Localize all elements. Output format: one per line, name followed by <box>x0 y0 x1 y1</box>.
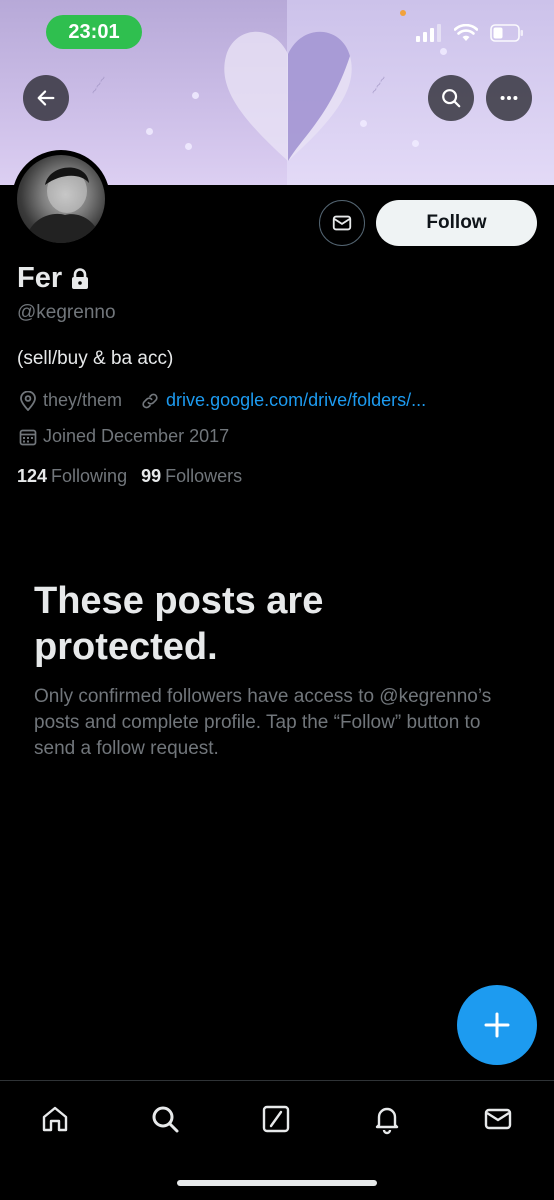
profile-link[interactable]: drive.google.com/drive/folders/... <box>166 390 426 411</box>
compose-button[interactable] <box>457 985 537 1065</box>
profile-screen: ~~~ ~~~ 23:01 Follow Fer @kegrenno (sell… <box>0 0 554 1200</box>
mail-icon <box>484 1108 512 1130</box>
protected-title: These posts are protected. <box>34 580 324 668</box>
following-label: Following <box>51 466 128 486</box>
profile-meta-row: they/them drive.google.com/drive/folders… <box>19 390 426 411</box>
search-icon <box>152 1106 179 1133</box>
banner-dot <box>360 120 367 127</box>
calendar-icon <box>19 429 37 445</box>
nav-explore[interactable] <box>145 1099 185 1139</box>
follow-button[interactable]: Follow <box>376 200 537 246</box>
banner-dot <box>192 92 199 99</box>
mail-icon <box>332 215 352 231</box>
followers-count: 99 <box>141 466 162 486</box>
followers-label: Followers <box>165 466 243 486</box>
arrow-left-icon <box>37 90 55 106</box>
following-stat[interactable]: 124 Following <box>17 466 127 487</box>
display-name: Fer <box>17 262 63 294</box>
more-icon <box>500 95 518 101</box>
home-icon <box>42 1106 68 1132</box>
pronouns-text: they/them <box>43 390 123 410</box>
nav-notifications[interactable] <box>367 1099 407 1139</box>
following-count: 124 <box>17 466 48 486</box>
avatar-image <box>17 155 105 243</box>
banner-dot <box>412 140 419 147</box>
bio: (sell/buy & ba acc) <box>17 348 174 369</box>
battery-icon <box>490 24 523 42</box>
home-indicator[interactable] <box>177 1180 377 1186</box>
name-row: Fer <box>17 262 90 295</box>
message-button[interactable] <box>319 200 365 246</box>
grok-icon <box>262 1105 290 1133</box>
joined-item: Joined December 2017 <box>19 426 229 447</box>
more-button[interactable] <box>486 75 532 121</box>
pronouns-item: they/them <box>19 390 122 411</box>
banner-dot-orange <box>400 10 406 16</box>
status-time: 23:01 <box>46 15 142 49</box>
handle: @kegrenno <box>17 302 116 323</box>
location-pin-icon <box>20 390 36 411</box>
avatar[interactable] <box>12 150 110 248</box>
joined-text: Joined December 2017 <box>43 426 230 446</box>
nav-home[interactable] <box>35 1099 75 1139</box>
banner-dot <box>440 48 447 55</box>
wifi-icon <box>454 24 478 41</box>
link-icon <box>142 393 158 408</box>
cellular-signal-icon <box>416 24 441 42</box>
banner-dot <box>146 128 153 135</box>
nav-messages[interactable] <box>478 1099 518 1139</box>
search-icon <box>442 89 461 108</box>
status-icons <box>416 24 524 42</box>
back-button[interactable] <box>23 75 69 121</box>
followers-stat[interactable]: 99 Followers <box>141 466 242 487</box>
bell-icon <box>375 1107 399 1135</box>
lock-icon <box>72 267 89 289</box>
joined-row: Joined December 2017 <box>19 426 229 447</box>
banner-dot <box>185 143 192 150</box>
heart-decoration-icon <box>224 31 352 161</box>
plus-icon <box>484 1012 510 1038</box>
search-button[interactable] <box>428 75 474 121</box>
follow-stats: 124 Following 99 Followers <box>17 466 242 487</box>
profile-link-item[interactable]: drive.google.com/drive/folders/... <box>140 390 426 411</box>
nav-grok[interactable] <box>256 1099 296 1139</box>
banner-watermark: ~~~ <box>86 72 111 98</box>
protected-body: Only confirmed followers have access to … <box>34 686 492 759</box>
